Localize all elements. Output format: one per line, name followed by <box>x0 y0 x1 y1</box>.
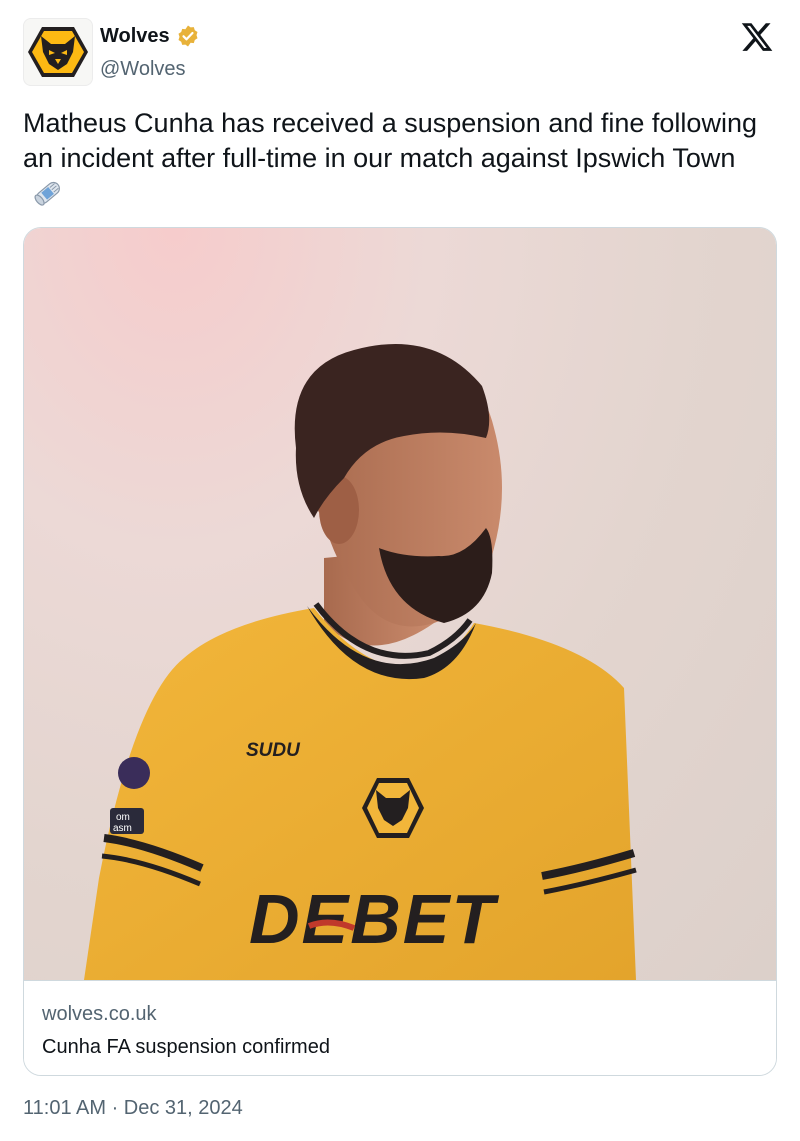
tweet-body: Matheus Cunha has received a suspension … <box>23 108 757 173</box>
shirt-sponsor-sudu: SUDU <box>246 740 301 761</box>
tweet: Wolves @Wolves Matheus Cunha has receive… <box>0 0 800 1141</box>
player-illustration: om asm SUDU DEBET <box>84 343 637 980</box>
author-handle[interactable]: @Wolves <box>100 58 186 81</box>
sleeve-badge-text: om <box>116 812 130 823</box>
wolves-crest-icon <box>28 27 88 77</box>
link-card[interactable]: om asm SUDU DEBET wolves.co.uk Cunha FA … <box>23 227 777 1076</box>
author-display-name[interactable]: Wolves <box>100 25 170 48</box>
player-photo[interactable]: om asm SUDU DEBET <box>24 228 776 980</box>
tweet-timestamp[interactable]: 11:01 AM · Dec 31, 2024 <box>23 1097 243 1120</box>
card-meta[interactable]: wolves.co.uk Cunha FA suspension confirm… <box>24 980 776 1075</box>
card-domain[interactable]: wolves.co.uk <box>42 1003 157 1026</box>
author-name-row[interactable]: Wolves <box>100 24 200 48</box>
author-avatar[interactable] <box>23 18 93 86</box>
svg-text:asm: asm <box>113 823 132 834</box>
newspaper-icon <box>31 176 65 219</box>
verified-badge-icon <box>178 25 198 47</box>
shirt-sponsor-debet: DEBET <box>249 880 499 958</box>
tweet-text: Matheus Cunha has received a suspension … <box>23 106 773 219</box>
x-logo-icon[interactable] <box>740 20 774 54</box>
card-title[interactable]: Cunha FA suspension confirmed <box>42 1036 330 1059</box>
